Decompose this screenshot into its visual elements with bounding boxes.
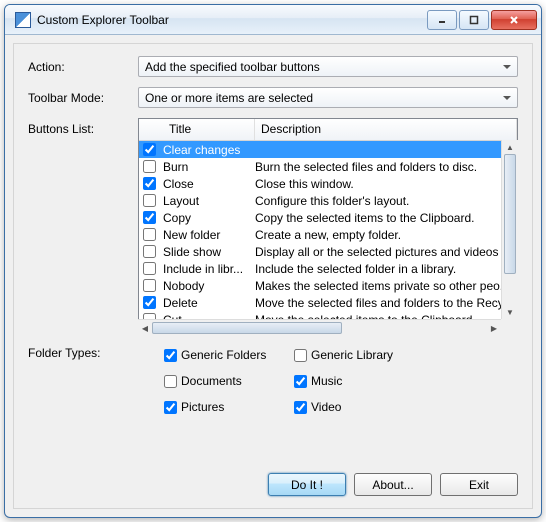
close-icon xyxy=(509,15,519,25)
list-row[interactable]: DeleteMove the selected files and folder… xyxy=(139,294,517,311)
window-controls xyxy=(425,10,537,30)
row-checkbox[interactable] xyxy=(143,143,156,156)
row-title: Nobody xyxy=(163,279,255,293)
folder-types-label: Folder Types: xyxy=(28,346,138,414)
list-row[interactable]: BurnBurn the selected files and folders … xyxy=(139,158,517,175)
folder-type-checkbox[interactable]: Video xyxy=(294,400,424,414)
folder-type-checkbox[interactable]: Generic Folders xyxy=(164,348,294,362)
about-label: About... xyxy=(372,478,413,492)
maximize-icon xyxy=(469,15,479,25)
checkbox-input[interactable] xyxy=(164,349,177,362)
row-checkbox[interactable] xyxy=(143,228,156,241)
app-icon xyxy=(15,12,31,28)
row-title: Clear changes xyxy=(163,143,255,157)
close-button[interactable] xyxy=(491,10,537,30)
folder-type-checkbox[interactable]: Documents xyxy=(164,374,294,388)
checkbox-input[interactable] xyxy=(294,375,307,388)
header-title[interactable]: Title xyxy=(163,119,255,140)
window-title: Custom Explorer Toolbar xyxy=(37,13,425,27)
row-checkbox[interactable] xyxy=(143,262,156,275)
button-row: Do It ! About... Exit xyxy=(268,473,518,496)
minimize-icon xyxy=(437,15,447,25)
row-checkbox[interactable] xyxy=(143,211,156,224)
checkbox-label: Pictures xyxy=(181,400,224,414)
checkbox-input[interactable] xyxy=(164,375,177,388)
scroll-left-icon[interactable]: ◀ xyxy=(138,320,152,336)
horizontal-scrollbar[interactable]: ◀ ▶ xyxy=(138,319,501,336)
checkbox-label: Generic Library xyxy=(311,348,393,362)
folder-type-checkbox[interactable]: Pictures xyxy=(164,400,294,414)
list-body[interactable]: Clear changesBurnBurn the selected files… xyxy=(139,141,517,335)
buttons-list-label: Buttons List: xyxy=(28,118,138,336)
buttons-list-view[interactable]: Title Description Clear changesBurnBurn … xyxy=(138,118,518,336)
row-title: Include in libr... xyxy=(163,262,255,276)
hscroll-thumb[interactable] xyxy=(152,322,342,334)
checkbox-input[interactable] xyxy=(294,349,307,362)
row-title: New folder xyxy=(163,228,255,242)
do-it-button[interactable]: Do It ! xyxy=(268,473,346,496)
checkbox-label: Music xyxy=(311,374,342,388)
row-title: Delete xyxy=(163,296,255,310)
row-checkbox[interactable] xyxy=(143,177,156,190)
row-title: Close xyxy=(163,177,255,191)
list-row[interactable]: CopyCopy the selected items to the Clipb… xyxy=(139,209,517,226)
do-it-label: Do It ! xyxy=(291,478,323,492)
checkbox-label: Video xyxy=(311,400,341,414)
row-checkbox[interactable] xyxy=(143,296,156,309)
row-description: Create a new, empty folder. xyxy=(255,228,517,242)
vscroll-thumb[interactable] xyxy=(504,154,516,274)
list-row[interactable]: New folderCreate a new, empty folder. xyxy=(139,226,517,243)
scroll-down-icon[interactable]: ▼ xyxy=(502,305,518,319)
checkbox-input[interactable] xyxy=(164,401,177,414)
folder-types-grid: Generic Folders Generic Library Documents M… xyxy=(164,348,518,414)
toolbar-mode-combo[interactable]: One or more items are selected xyxy=(138,87,518,108)
action-combo-value: Add the specified toolbar buttons xyxy=(145,60,320,74)
list-header[interactable]: Title Description xyxy=(139,119,517,141)
row-description: Include the selected folder in a library… xyxy=(255,262,517,276)
row-title: Layout xyxy=(163,194,255,208)
exit-button[interactable]: Exit xyxy=(440,473,518,496)
row-description: Display all or the selected pictures and… xyxy=(255,245,517,259)
checkbox-input[interactable] xyxy=(294,401,307,414)
row-description: Copy the selected items to the Clipboard… xyxy=(255,211,517,225)
row-description: Makes the selected items private so othe… xyxy=(255,279,517,293)
row-checkbox[interactable] xyxy=(143,194,156,207)
scroll-corner xyxy=(501,319,518,336)
row-description: Close this window. xyxy=(255,177,517,191)
scroll-up-icon[interactable]: ▲ xyxy=(502,140,518,154)
vertical-scrollbar[interactable]: ▲ ▼ xyxy=(501,140,518,319)
row-title: Copy xyxy=(163,211,255,225)
about-button[interactable]: About... xyxy=(354,473,432,496)
row-title: Burn xyxy=(163,160,255,174)
list-row[interactable]: Slide showDisplay all or the selected pi… xyxy=(139,243,517,260)
folder-type-checkbox[interactable]: Generic Library xyxy=(294,348,424,362)
list-row[interactable]: LayoutConfigure this folder's layout. xyxy=(139,192,517,209)
exit-label: Exit xyxy=(469,478,489,492)
row-title: Slide show xyxy=(163,245,255,259)
scroll-right-icon[interactable]: ▶ xyxy=(487,320,501,336)
row-checkbox[interactable] xyxy=(143,279,156,292)
row-description: Configure this folder's layout. xyxy=(255,194,517,208)
action-combo[interactable]: Add the specified toolbar buttons xyxy=(138,56,518,77)
header-description[interactable]: Description xyxy=(255,119,517,140)
action-label: Action: xyxy=(28,60,138,74)
content-panel: Action: Add the specified toolbar button… xyxy=(13,43,533,509)
row-checkbox[interactable] xyxy=(143,245,156,258)
toolbar-mode-label: Toolbar Mode: xyxy=(28,91,138,105)
maximize-button[interactable] xyxy=(459,10,489,30)
list-row[interactable]: NobodyMakes the selected items private s… xyxy=(139,277,517,294)
list-row[interactable]: Clear changes xyxy=(139,141,517,158)
row-checkbox[interactable] xyxy=(143,160,156,173)
checkbox-label: Documents xyxy=(181,374,242,388)
list-row[interactable]: Include in libr...Include the selected f… xyxy=(139,260,517,277)
row-description: Move the selected files and folders to t… xyxy=(255,296,517,310)
minimize-button[interactable] xyxy=(427,10,457,30)
row-description: Burn the selected files and folders to d… xyxy=(255,160,517,174)
list-row[interactable]: CloseClose this window. xyxy=(139,175,517,192)
titlebar[interactable]: Custom Explorer Toolbar xyxy=(5,5,541,35)
checkbox-label: Generic Folders xyxy=(181,348,266,362)
app-window: Custom Explorer Toolbar Action: Add the … xyxy=(4,4,542,518)
folder-type-checkbox[interactable]: Music xyxy=(294,374,424,388)
toolbar-mode-combo-value: One or more items are selected xyxy=(145,91,313,105)
